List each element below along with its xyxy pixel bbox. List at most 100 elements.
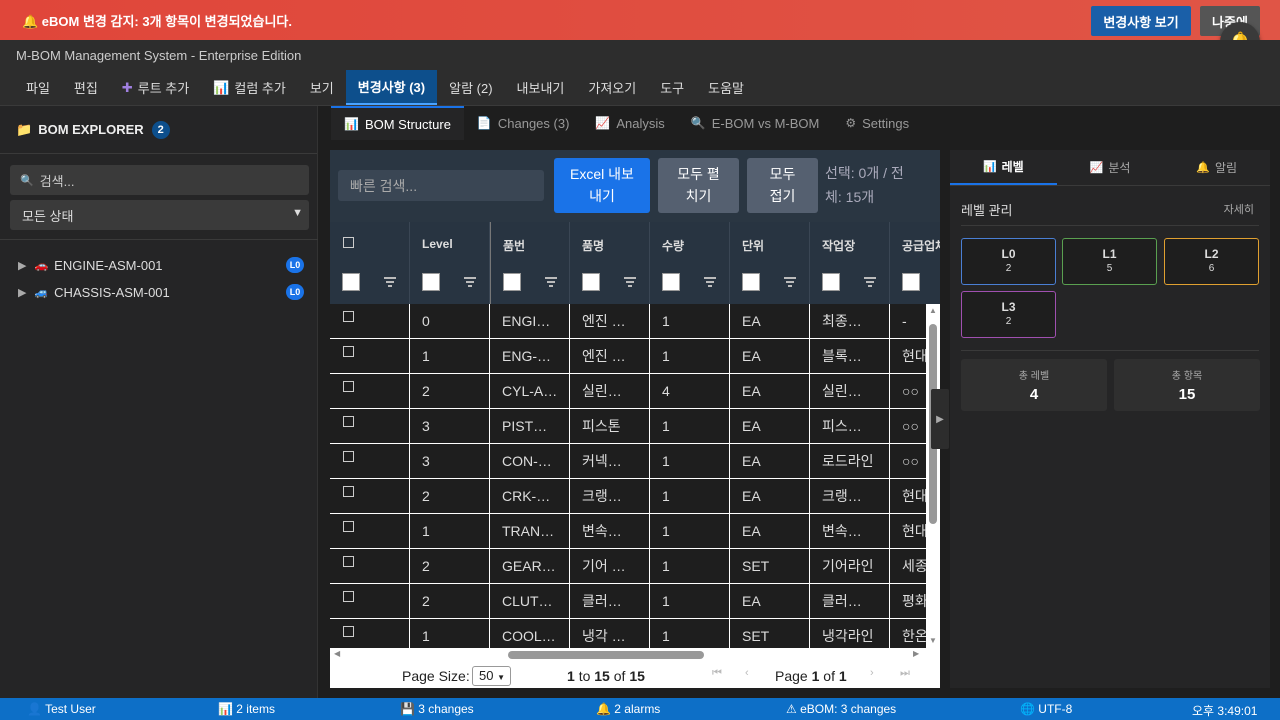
table-cell[interactable]: 기어라인: [810, 549, 890, 583]
table-cell[interactable]: 1: [410, 514, 490, 548]
table-cell[interactable]: 1: [410, 619, 490, 648]
table-cell[interactable]: -: [890, 304, 926, 338]
row-checkbox[interactable]: [343, 346, 354, 357]
level-card-l0[interactable]: L0 2: [961, 238, 1056, 285]
row-checkbox[interactable]: [343, 416, 354, 427]
table-cell[interactable]: 1: [650, 444, 730, 478]
table-row[interactable]: 1 COOL… 냉각 … 1 SET 냉각라인 한온: [330, 619, 926, 648]
table-cell[interactable]: 1: [650, 549, 730, 583]
level-card-l3[interactable]: L3 2: [961, 291, 1056, 338]
column-header-unit[interactable]: 단위: [730, 222, 810, 304]
excel-export-button[interactable]: Excel 내보 내기: [554, 158, 650, 213]
vertical-scrollbar[interactable]: ▲ ▼: [926, 304, 940, 648]
table-cell[interactable]: 로드라인: [810, 444, 890, 478]
column-filter-checkbox[interactable]: [422, 273, 440, 291]
table-cell[interactable]: 클러…: [810, 584, 890, 618]
row-checkbox[interactable]: [343, 381, 354, 392]
column-filter-checkbox[interactable]: [503, 273, 521, 291]
status-filter-select[interactable]: 모든 상태 ▼: [10, 200, 309, 230]
scroll-up-icon[interactable]: ▲: [929, 306, 937, 315]
column-filter-checkbox[interactable]: [342, 273, 360, 291]
row-checkbox[interactable]: [343, 521, 354, 532]
horizontal-scroll-thumb[interactable]: [508, 651, 704, 659]
horizontal-scrollbar[interactable]: ◀ ▶: [330, 648, 926, 662]
scroll-right-icon[interactable]: ▶: [913, 649, 919, 658]
table-cell[interactable]: PIST…: [490, 409, 570, 443]
table-cell[interactable]: 3: [410, 409, 490, 443]
column-filter-checkbox[interactable]: [582, 273, 600, 291]
filter-icon[interactable]: [624, 277, 636, 287]
tab-notifications[interactable]: 🔔 알림: [1163, 150, 1270, 185]
filter-icon[interactable]: [784, 277, 796, 287]
table-row[interactable]: 2 CYL-A… 실린… 4 EA 실린… ○○: [330, 374, 926, 409]
row-checkbox[interactable]: [343, 591, 354, 602]
table-row[interactable]: 2 CRK-… 크랭… 1 EA 크랭… 현대: [330, 479, 926, 514]
table-cell[interactable]: CON-…: [490, 444, 570, 478]
table-cell[interactable]: 2: [410, 479, 490, 513]
table-cell[interactable]: 4: [650, 374, 730, 408]
filter-icon[interactable]: [864, 277, 876, 287]
menu-export[interactable]: 내보내기: [505, 70, 577, 105]
table-cell[interactable]: 커넥…: [570, 444, 650, 478]
table-cell[interactable]: 2: [410, 549, 490, 583]
quick-search-input[interactable]: 빠른 검색...: [338, 170, 544, 201]
table-cell[interactable]: 현대: [890, 514, 926, 548]
row-checkbox[interactable]: [343, 626, 354, 637]
details-link[interactable]: 자세히: [1224, 201, 1254, 217]
table-cell[interactable]: 피스…: [810, 409, 890, 443]
column-filter-checkbox[interactable]: [742, 273, 760, 291]
table-cell[interactable]: EA: [730, 304, 810, 338]
table-cell[interactable]: ○○: [890, 409, 926, 443]
table-cell[interactable]: 변속…: [810, 514, 890, 548]
next-page-icon[interactable]: ›: [870, 667, 874, 679]
tab-changes[interactable]: 📄 Changes (3): [464, 106, 583, 140]
table-cell[interactable]: 1: [410, 339, 490, 373]
table-cell[interactable]: EA: [730, 514, 810, 548]
level-card-l1[interactable]: L1 5: [1062, 238, 1157, 285]
page-size-select[interactable]: 50 ▼: [472, 666, 511, 686]
filter-icon[interactable]: [384, 277, 396, 287]
table-cell[interactable]: ENG-…: [490, 339, 570, 373]
table-cell[interactable]: 냉각라인: [810, 619, 890, 648]
table-cell[interactable]: EA: [730, 374, 810, 408]
table-cell[interactable]: EA: [730, 584, 810, 618]
table-cell[interactable]: 1: [650, 339, 730, 373]
table-cell[interactable]: ○○: [890, 374, 926, 408]
table-cell[interactable]: 한온: [890, 619, 926, 648]
tab-level[interactable]: 📊 레벨: [950, 150, 1057, 185]
table-cell[interactable]: CYL-A…: [490, 374, 570, 408]
tree-item-engine[interactable]: ▶ 🚗 ENGINE-ASM-001 L0: [18, 254, 308, 276]
view-changes-button[interactable]: 변경사항 보기: [1091, 6, 1191, 36]
table-cell[interactable]: 1: [650, 479, 730, 513]
table-cell[interactable]: 크랭…: [570, 479, 650, 513]
level-card-l2[interactable]: L2 6: [1164, 238, 1259, 285]
column-header-supplier[interactable]: 공급업체: [890, 222, 940, 304]
table-cell[interactable]: SET: [730, 549, 810, 583]
table-cell[interactable]: EA: [730, 479, 810, 513]
column-header-workshop[interactable]: 작업장: [810, 222, 890, 304]
table-cell[interactable]: ENGI…: [490, 304, 570, 338]
table-cell[interactable]: 최종…: [810, 304, 890, 338]
column-filter-checkbox[interactable]: [902, 273, 920, 291]
table-cell[interactable]: 클러…: [570, 584, 650, 618]
menu-add-column[interactable]: 📊 컬럼 추가: [201, 70, 298, 105]
table-cell[interactable]: GEAR…: [490, 549, 570, 583]
menu-add-root[interactable]: ✚ 루트 추가: [110, 70, 201, 105]
tab-settings[interactable]: ⚙ Settings: [832, 106, 922, 140]
table-row[interactable]: 2 CLUT… 클러… 1 EA 클러… 평화: [330, 584, 926, 619]
table-cell[interactable]: ○○: [890, 444, 926, 478]
filter-icon[interactable]: [464, 277, 476, 287]
table-cell[interactable]: 평화: [890, 584, 926, 618]
table-cell[interactable]: 현대: [890, 479, 926, 513]
expand-all-button[interactable]: 모두 펼 치기: [658, 158, 739, 213]
table-cell[interactable]: TRAN…: [490, 514, 570, 548]
scroll-down-icon[interactable]: ▼: [929, 636, 937, 645]
tree-item-chassis[interactable]: ▶ 🚙 CHASSIS-ASM-001 L0: [18, 281, 308, 303]
column-filter-checkbox[interactable]: [662, 273, 680, 291]
expand-triangle-icon[interactable]: ▶: [18, 259, 26, 272]
table-cell[interactable]: 현대: [890, 339, 926, 373]
column-filter-checkbox[interactable]: [822, 273, 840, 291]
table-cell[interactable]: 2: [410, 374, 490, 408]
table-row[interactable]: 3 PIST… 피스톤 1 EA 피스… ○○: [330, 409, 926, 444]
row-checkbox[interactable]: [343, 311, 354, 322]
